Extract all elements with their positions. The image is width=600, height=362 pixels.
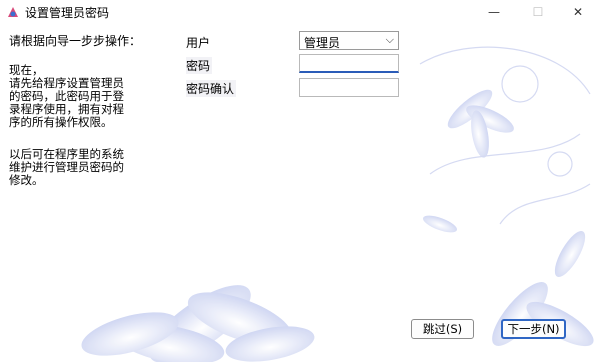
intro-paragraph-1: 现在， 请先给程序设置管理员的密码，此密码用于登录程序使用，拥有对程序的所有操作… xyxy=(9,63,124,129)
title-bar: 设置管理员密码 — ☐ ✕ xyxy=(0,0,600,24)
close-button[interactable]: ✕ xyxy=(556,0,600,24)
window-title: 设置管理员密码 xyxy=(25,6,110,20)
chevron-down-icon: ⌵ xyxy=(385,33,394,46)
confirm-password-field[interactable] xyxy=(299,78,399,97)
user-select-value: 管理员 xyxy=(304,36,341,50)
intro-paragraph-2: 以后可在程序里的系统维护进行管理员密码的修改。 xyxy=(9,147,124,187)
app-icon xyxy=(8,7,18,17)
confirm-password-label: 密码确认 xyxy=(186,80,237,97)
user-label: 用户 xyxy=(186,36,211,50)
setup-admin-password-window: 设置管理员密码 — ☐ ✕ 请根据向导一步步操作： 现在， 请先给程序设置管理员… xyxy=(0,0,600,362)
next-button[interactable]: 下一步(N) xyxy=(501,319,566,339)
minimize-button[interactable]: — xyxy=(472,0,516,24)
password-field[interactable] xyxy=(299,54,399,73)
intro-heading: 请根据向导一步步操作： xyxy=(9,34,142,48)
user-select[interactable]: 管理员 ⌵ xyxy=(299,31,399,50)
password-label: 密码 xyxy=(186,57,213,74)
skip-button[interactable]: 跳过(S) xyxy=(411,319,474,339)
maximize-button[interactable]: ☐ xyxy=(516,0,560,24)
